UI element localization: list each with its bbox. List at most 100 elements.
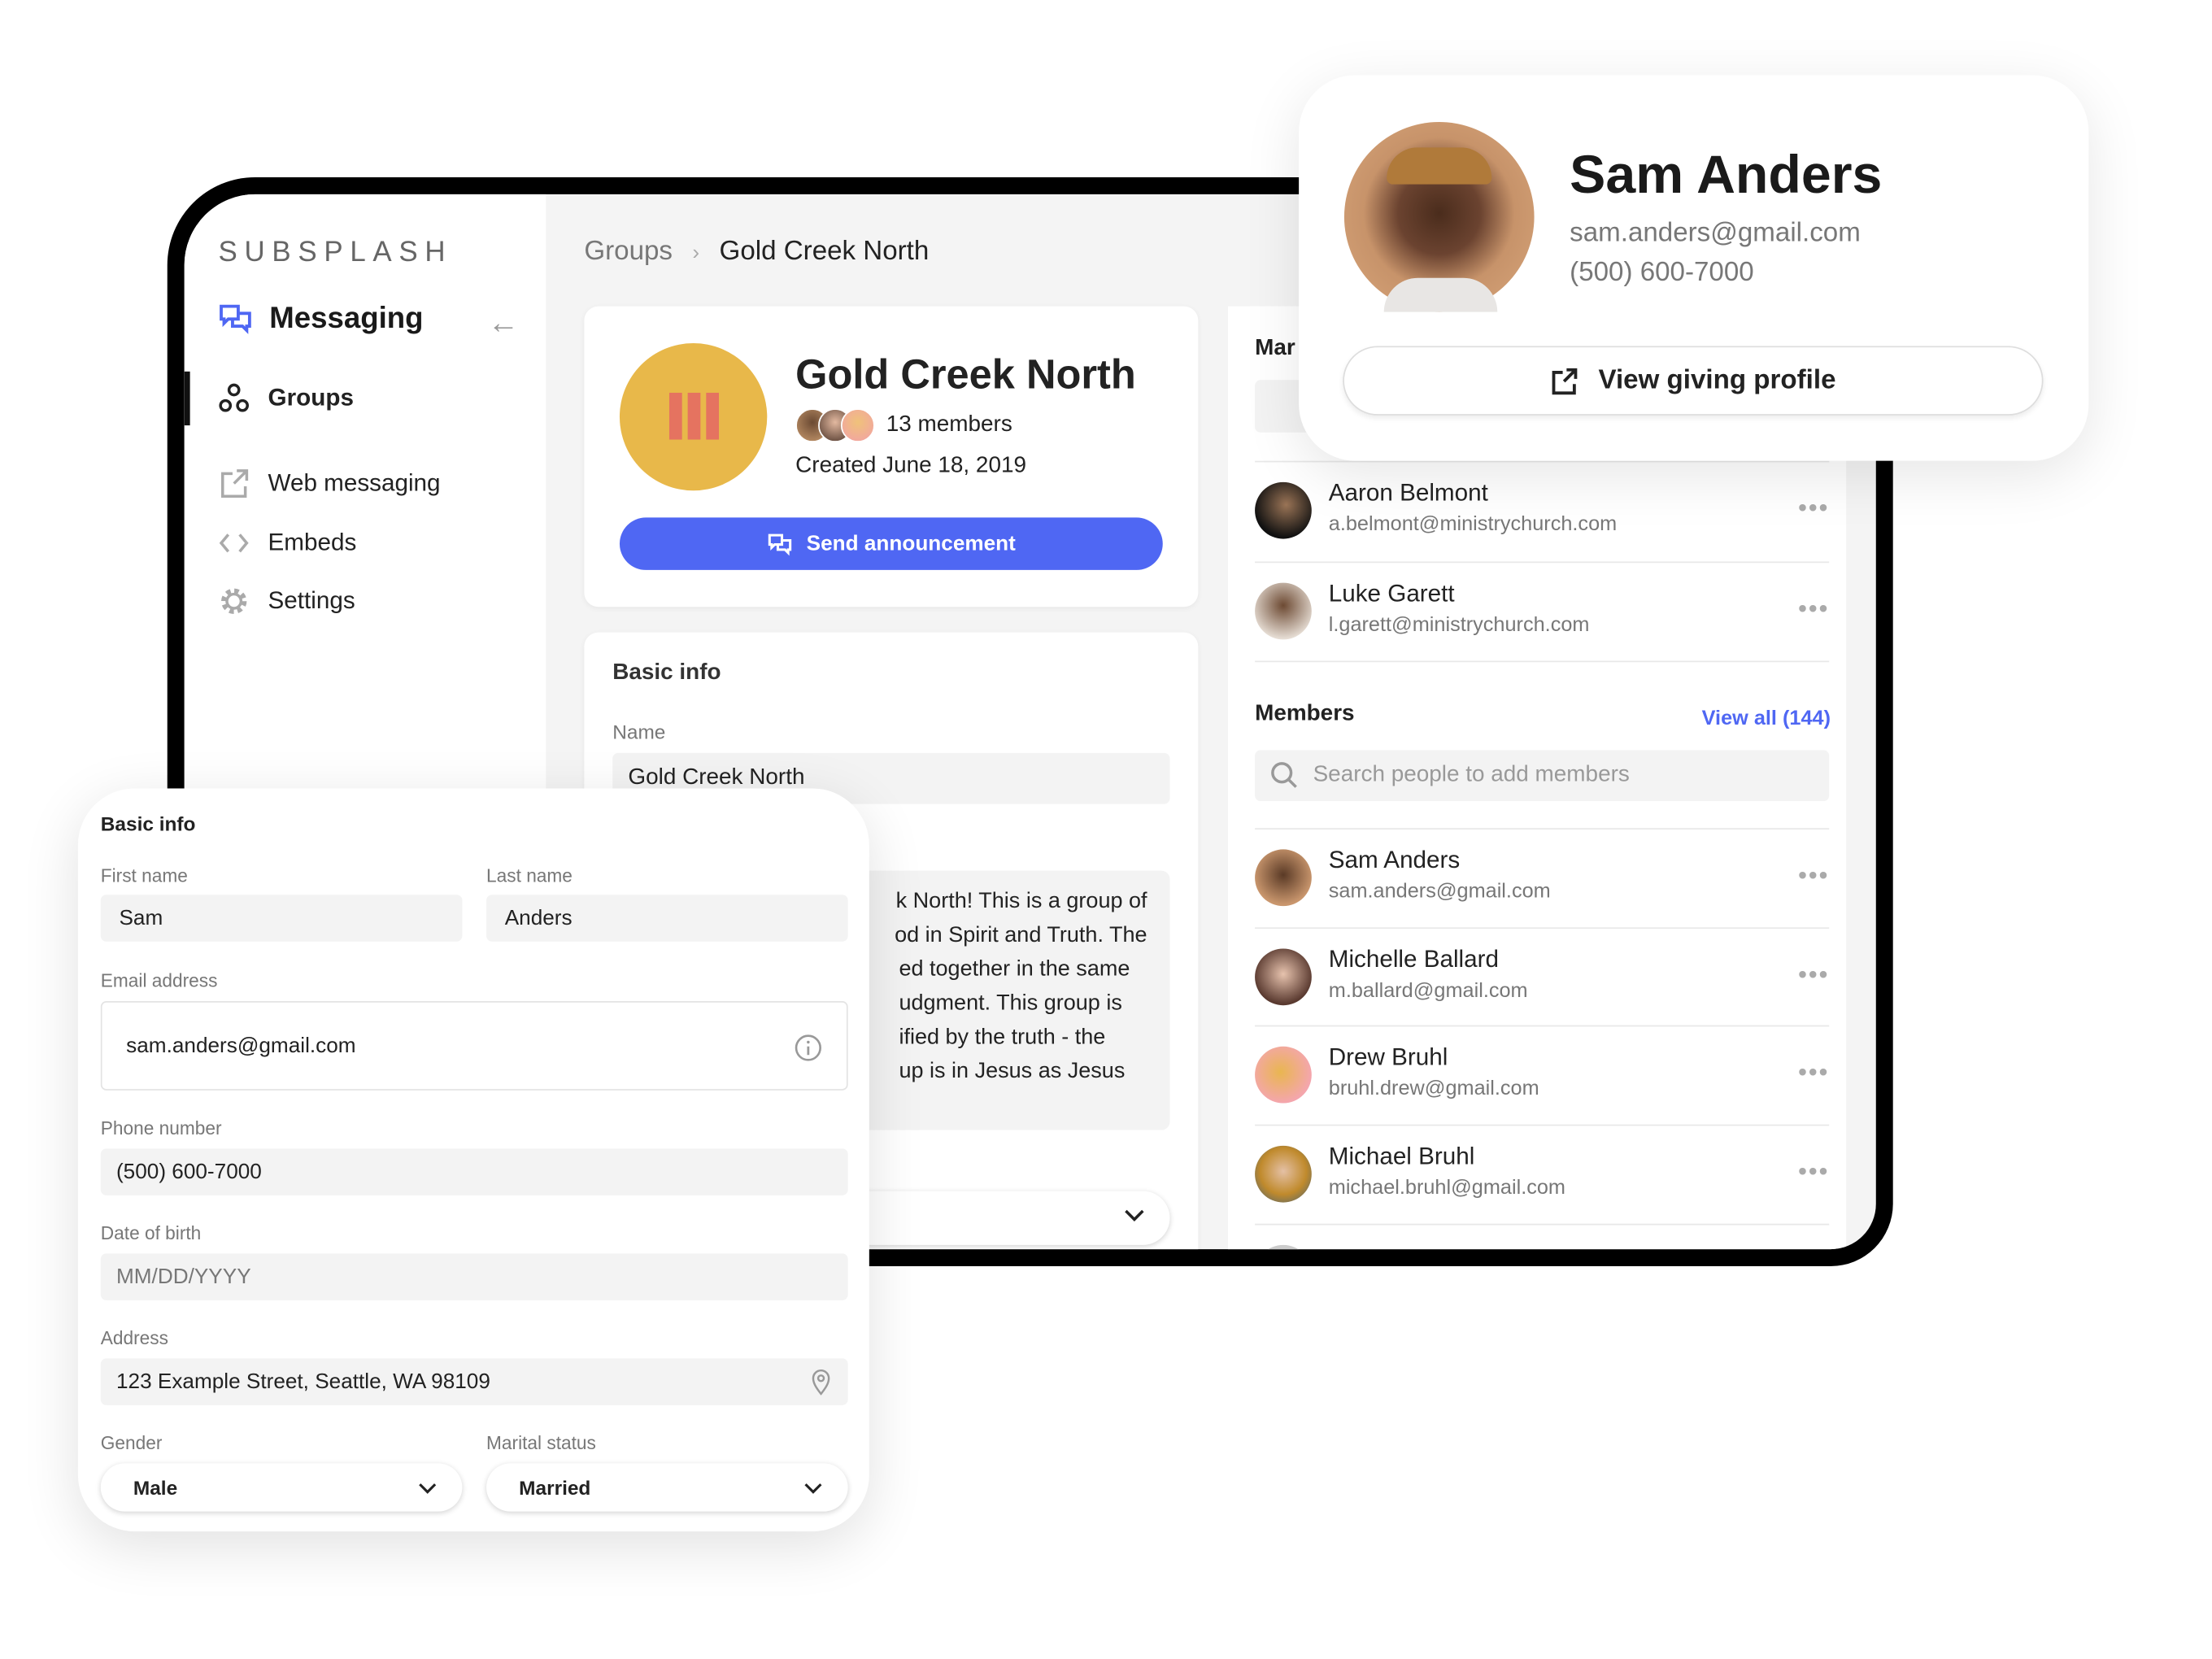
person-name: Michelle Ballard (1328, 945, 1499, 973)
group-title: Gold Creek North (795, 353, 1136, 398)
button-label: View giving profile (1598, 364, 1836, 395)
member-summary: 13 members (795, 408, 1012, 443)
section-heading: Basic info (100, 812, 196, 835)
send-announcement-button[interactable]: Send announcement (619, 517, 1163, 570)
external-link-icon (1552, 367, 1578, 394)
dob-label: Date of birth (100, 1221, 202, 1244)
section-heading: Basic info (612, 660, 721, 686)
list-item[interactable]: Aaron Belmont a.belmont@ministrychurch.co… (1255, 460, 1830, 560)
input-value: Sam (119, 906, 163, 930)
last-name-label: Last name (486, 864, 573, 886)
avatar (1255, 481, 1312, 539)
person-email: bruhl.drew@gmail.com (1328, 1078, 1539, 1101)
list-item[interactable]: Drew Bruhl bruhl.drew@gmail.com ••• (1255, 1025, 1830, 1125)
collapse-arrow-icon[interactable]: ← (488, 305, 519, 342)
input-placeholder: MM/DD/YYYY (115, 1265, 251, 1289)
gender-select[interactable]: Male (100, 1463, 463, 1512)
list-item[interactable]: Luke Garett l.garett@ministrychurch.com ••… (1255, 561, 1830, 660)
view-all-link[interactable]: View all (144) (1702, 708, 1831, 730)
marital-label: Marital status (486, 1432, 596, 1454)
profile-photo (1343, 121, 1535, 312)
avatar (1255, 1046, 1312, 1104)
sidebar-item-embeds[interactable]: Embeds (219, 528, 357, 559)
input-value: Anders (504, 906, 573, 930)
last-name-input[interactable]: Anders (486, 895, 848, 942)
member-count: 13 members (886, 412, 1012, 438)
member-search-input[interactable]: Search people to add members (1255, 750, 1830, 802)
view-giving-profile-button[interactable]: View giving profile (1343, 346, 2044, 416)
member-avatars (795, 408, 875, 443)
list-item[interactable]: Sam Anders sam.anders@gmail.com ••• (1255, 828, 1830, 927)
breadcrumb-groups[interactable]: Groups (584, 237, 673, 268)
input-value: 123 Example Street, Seattle, WA 98109 (115, 1369, 490, 1394)
messaging-title: Messaging (219, 302, 424, 336)
sidebar-item-web-messaging[interactable]: Web messaging (219, 468, 441, 499)
select-value: Married (519, 1476, 591, 1499)
section-title: Messaging (269, 302, 424, 335)
input-value: (500) 600-7000 (115, 1160, 262, 1184)
breadcrumb-current: Gold Creek North (719, 237, 930, 267)
sidebar-item-settings[interactable]: Settings (219, 586, 355, 616)
person-form-card: Basic info First name Sam Last name Ande… (77, 788, 869, 1532)
groups-icon (219, 383, 250, 412)
messaging-icon (220, 304, 251, 334)
group-card: Gold Creek North 13 members Created June… (584, 306, 1199, 607)
more-options-icon[interactable]: ••• (1798, 594, 1829, 625)
select-value: Male (133, 1476, 178, 1499)
email-input[interactable]: sam.anders@gmail.com (100, 1000, 848, 1091)
location-pin-icon (812, 1369, 830, 1396)
sidebar-item-label: Embeds (268, 529, 357, 556)
first-name-label: First name (100, 864, 188, 886)
first-name-input[interactable]: Sam (100, 895, 463, 942)
person-name: Michael Bruhl (1328, 1143, 1475, 1170)
email-label: Email address (100, 969, 218, 991)
code-icon (219, 533, 249, 553)
chevron-down-icon (804, 1483, 822, 1493)
profile-phone: (500) 600-7000 (1570, 258, 1754, 288)
person-name: Luke Garett (1328, 580, 1455, 607)
more-options-icon[interactable]: ••• (1798, 1157, 1829, 1187)
more-options-icon[interactable]: ••• (1798, 860, 1829, 890)
phone-input[interactable]: (500) 600-7000 (100, 1148, 848, 1195)
marital-status-select[interactable]: Married (486, 1463, 848, 1512)
sidebar-item-groups[interactable]: Groups (219, 383, 354, 414)
person-email: m.ballard@gmail.com (1328, 979, 1528, 1003)
dob-input[interactable]: MM/DD/YYYY (100, 1253, 848, 1300)
profile-email: sam.anders@gmail.com (1570, 218, 1861, 249)
created-date: Created June 18, 2019 (795, 453, 1027, 478)
more-options-icon[interactable]: ••• (1798, 1058, 1829, 1088)
person-email: michael.bruhl@gmail.com (1328, 1177, 1565, 1200)
external-link-icon (221, 469, 249, 499)
input-value: Gold Creek North (628, 765, 805, 790)
avatar (1255, 582, 1312, 640)
chevron-right-icon: › (692, 240, 700, 265)
list-item[interactable]: Michael Bruhl michael.bruhl@gmail.com ••• (1255, 1124, 1830, 1224)
avatar (1255, 1244, 1312, 1250)
name-label: Name (612, 720, 666, 743)
person-name: Drew Bruhl (1328, 1043, 1448, 1071)
person-email: a.belmont@ministrychurch.com (1328, 513, 1618, 537)
avatar (1255, 849, 1312, 907)
phone-label: Phone number (100, 1117, 222, 1139)
avatar (1255, 948, 1312, 1006)
button-label: Send announcement (806, 531, 1016, 556)
messaging-icon (768, 533, 791, 555)
more-options-icon[interactable]: ••• (1798, 494, 1829, 524)
active-indicator (184, 371, 190, 426)
person-email: l.garett@ministrychurch.com (1328, 613, 1590, 637)
list-item[interactable]: Michelle Ballard m.ballard@gmail.com ••• (1255, 927, 1830, 1026)
members-heading: Members (1255, 702, 1355, 726)
more-options-icon[interactable]: ••• (1798, 960, 1829, 990)
info-icon[interactable] (794, 1034, 822, 1062)
input-value: sam.anders@gmail.com (126, 1034, 356, 1058)
chevron-down-icon (1125, 1209, 1144, 1221)
chevron-down-icon (419, 1483, 437, 1493)
address-input[interactable]: 123 Example Street, Seattle, WA 98109 (100, 1358, 848, 1405)
person-name: Aaron Belmont (1328, 479, 1488, 507)
gender-label: Gender (100, 1432, 163, 1454)
profile-card: Sam Anders sam.anders@gmail.com (500) 60… (1299, 75, 2089, 461)
search-placeholder: Search people to add members (1313, 763, 1630, 787)
avatar (1255, 1145, 1312, 1203)
gear-icon (221, 588, 247, 614)
person-email: sam.anders@gmail.com (1328, 880, 1551, 904)
